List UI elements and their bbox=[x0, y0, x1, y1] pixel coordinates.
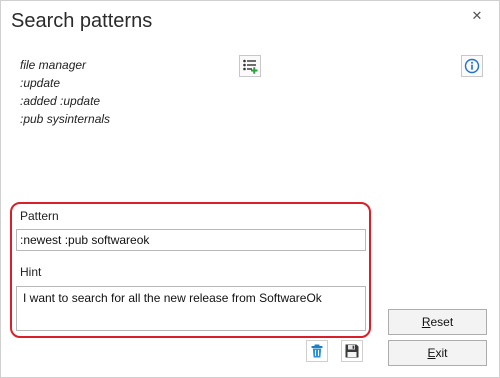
reset-button[interactable]: Reset bbox=[388, 309, 487, 335]
exit-mnemonic: E bbox=[427, 346, 436, 360]
list-add-icon bbox=[243, 59, 258, 74]
pattern-list: file manager :update :added :update :pub… bbox=[20, 56, 220, 128]
pattern-list-item[interactable]: file manager bbox=[20, 56, 220, 74]
pattern-list-item[interactable]: :added :update bbox=[20, 92, 220, 110]
close-icon: ✕ bbox=[471, 8, 483, 23]
floppy-disk-icon bbox=[345, 344, 359, 358]
close-button[interactable]: ✕ bbox=[465, 6, 489, 26]
reset-label: eset bbox=[430, 315, 454, 329]
trash-icon bbox=[311, 344, 323, 358]
pattern-list-item[interactable]: :pub sysinternals bbox=[20, 110, 220, 128]
hint-textarea[interactable]: I want to search for all the new release… bbox=[16, 286, 366, 331]
info-button[interactable] bbox=[461, 55, 483, 77]
exit-label: xit bbox=[435, 346, 448, 360]
pattern-input[interactable] bbox=[16, 229, 366, 251]
add-to-list-button[interactable] bbox=[239, 55, 261, 77]
save-button[interactable] bbox=[341, 340, 363, 362]
delete-button[interactable] bbox=[306, 340, 328, 362]
info-icon bbox=[464, 58, 480, 74]
hint-label: Hint bbox=[20, 265, 42, 279]
dialog-title: Search patterns bbox=[11, 10, 153, 32]
exit-button[interactable]: Exit bbox=[388, 340, 487, 366]
pattern-label: Pattern bbox=[20, 209, 59, 223]
pattern-list-item[interactable]: :update bbox=[20, 74, 220, 92]
search-patterns-dialog: Search patterns ✕ file manager :update :… bbox=[0, 0, 500, 378]
